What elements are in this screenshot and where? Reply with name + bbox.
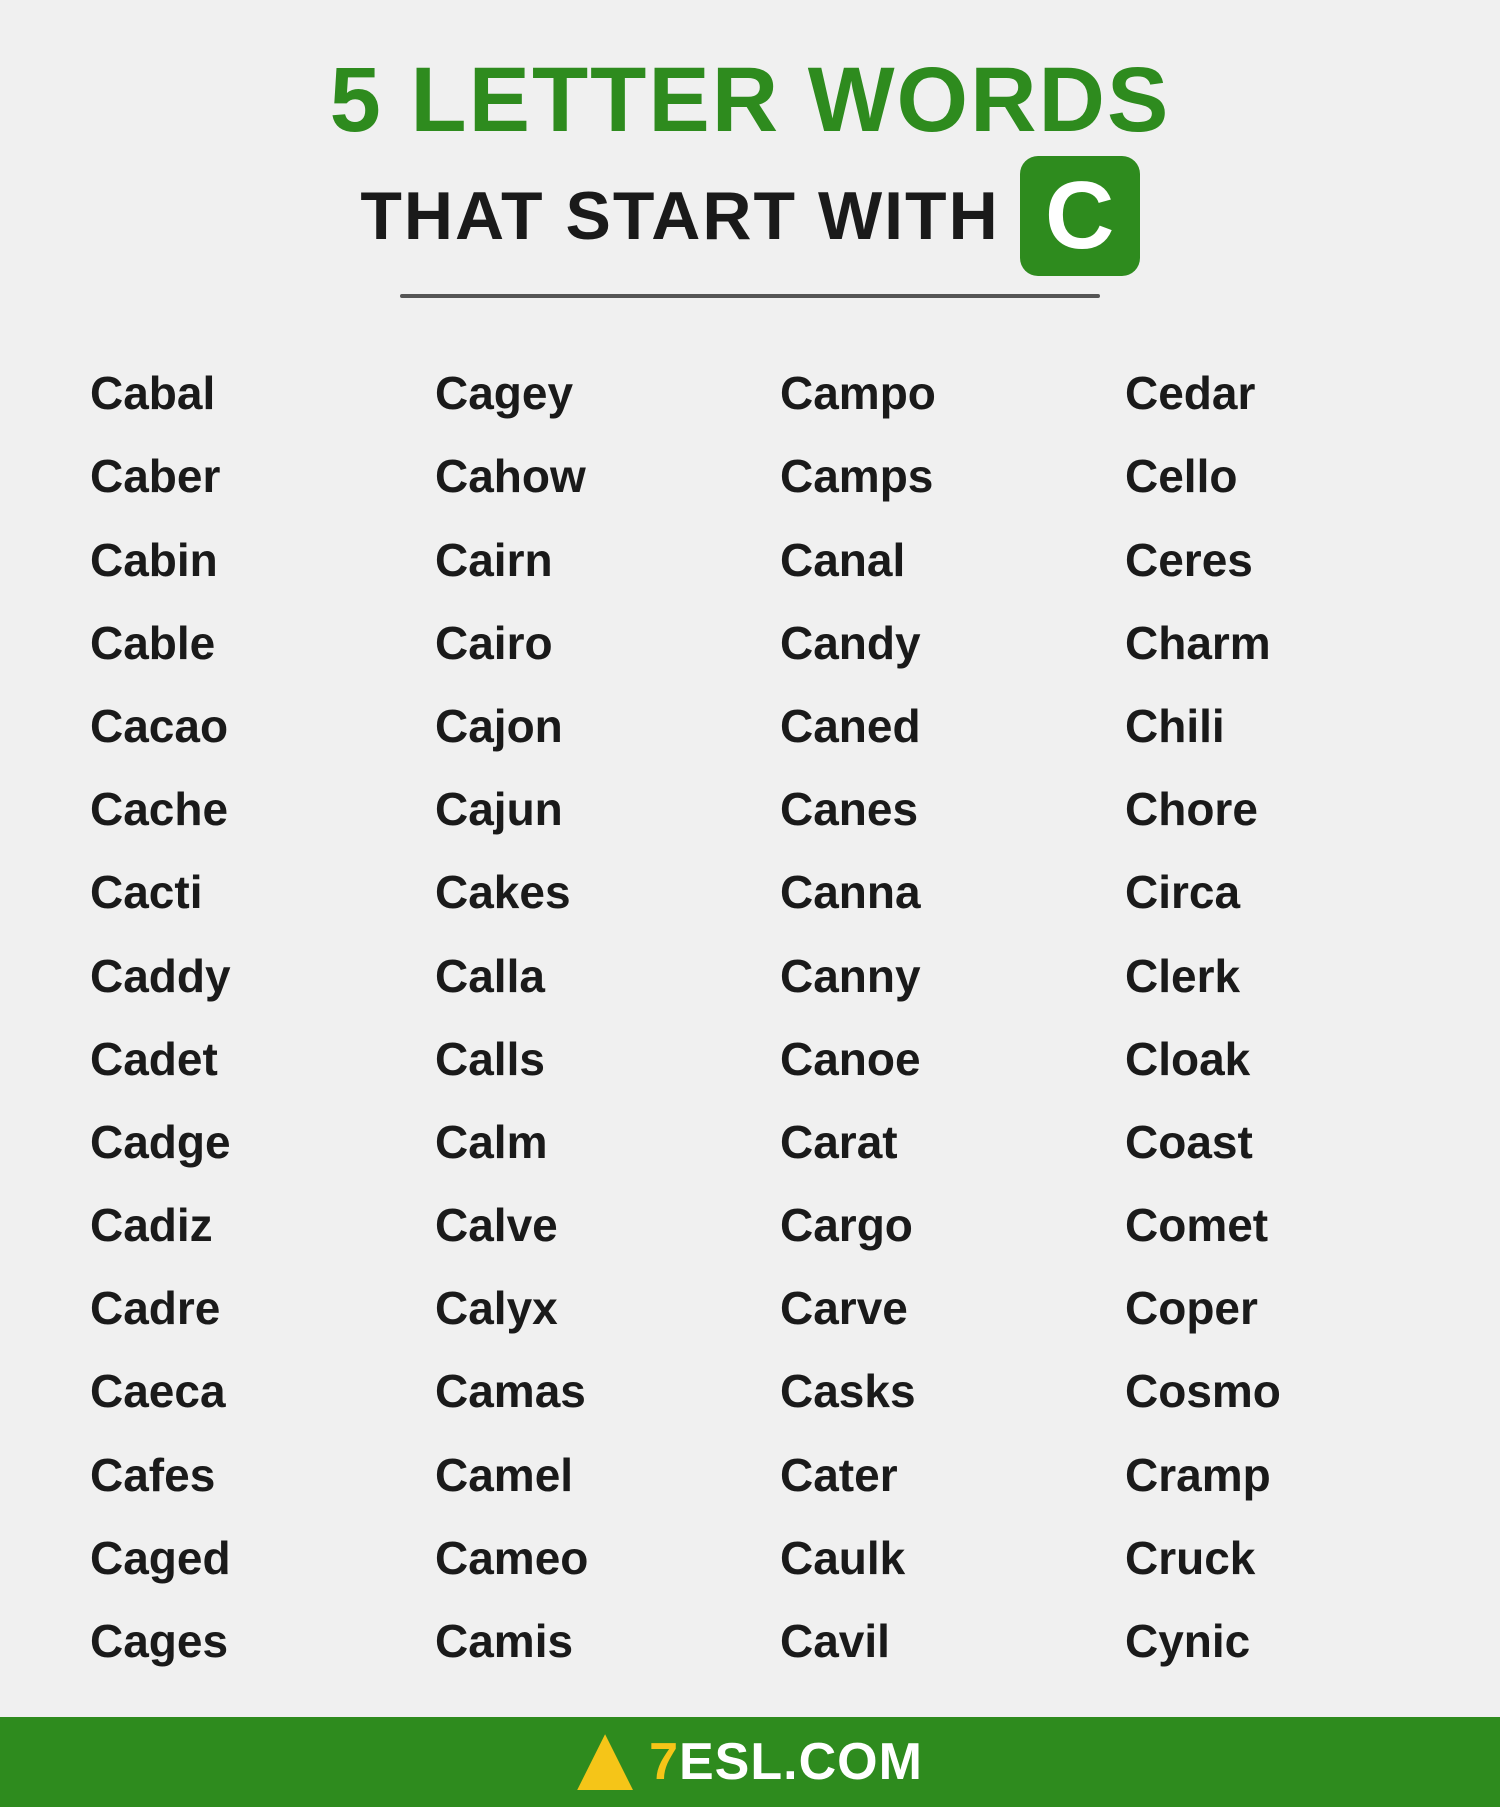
word-grid: CabalCageyCampoCedar CaberCahowCampsCello… bbox=[60, 358, 1440, 1677]
word-item: Camas bbox=[405, 1356, 750, 1427]
title-line1: 5 LETTER WORDS bbox=[330, 50, 1171, 151]
word-item: Cloak bbox=[1095, 1024, 1440, 1095]
word-item: Calyx bbox=[405, 1273, 750, 1344]
word-item: Cacao bbox=[60, 691, 405, 762]
word-item: Chore bbox=[1095, 774, 1440, 845]
word-item: Cargo bbox=[750, 1190, 1095, 1261]
word-item: Cynic bbox=[1095, 1606, 1440, 1677]
word-item: Cadiz bbox=[60, 1190, 405, 1261]
letter-c-badge: C bbox=[1020, 156, 1140, 276]
word-item: Cameo bbox=[405, 1523, 750, 1594]
word-item: Casks bbox=[750, 1356, 1095, 1427]
word-item: Cafes bbox=[60, 1440, 405, 1511]
word-item: Cajun bbox=[405, 774, 750, 845]
word-item: Calla bbox=[405, 941, 750, 1012]
word-item: Caned bbox=[750, 691, 1095, 762]
word-item: Cadge bbox=[60, 1107, 405, 1178]
footer-logo-text: 7ESL.COM bbox=[649, 1732, 923, 1792]
word-item: Cruck bbox=[1095, 1523, 1440, 1594]
title-section: 5 LETTER WORDS THAT START WITH C bbox=[60, 50, 1440, 328]
word-item: Cavil bbox=[750, 1606, 1095, 1677]
word-item: Carat bbox=[750, 1107, 1095, 1178]
word-item: Canal bbox=[750, 525, 1095, 596]
word-item: Caber bbox=[60, 441, 405, 512]
word-item: Clerk bbox=[1095, 941, 1440, 1012]
title-line2-row: THAT START WITH C bbox=[360, 156, 1139, 276]
word-item: Camel bbox=[405, 1440, 750, 1511]
word-item: Caeca bbox=[60, 1356, 405, 1427]
footer-esl: ESL.COM bbox=[679, 1733, 923, 1791]
word-item: Cadet bbox=[60, 1024, 405, 1095]
main-content: 5 LETTER WORDS THAT START WITH C CabalCa… bbox=[0, 0, 1500, 1717]
word-item: Canna bbox=[750, 857, 1095, 928]
word-item: Coast bbox=[1095, 1107, 1440, 1178]
word-item: Canes bbox=[750, 774, 1095, 845]
word-item: Campo bbox=[750, 358, 1095, 429]
word-item: Calls bbox=[405, 1024, 750, 1095]
word-item: Camis bbox=[405, 1606, 750, 1677]
word-item: Calm bbox=[405, 1107, 750, 1178]
word-item: Cagey bbox=[405, 358, 750, 429]
word-item: Cosmo bbox=[1095, 1356, 1440, 1427]
word-item: Cello bbox=[1095, 441, 1440, 512]
word-item: Cahow bbox=[405, 441, 750, 512]
word-item: Canny bbox=[750, 941, 1095, 1012]
divider bbox=[400, 294, 1100, 298]
word-item: Cairn bbox=[405, 525, 750, 596]
word-item: Caged bbox=[60, 1523, 405, 1594]
word-item: Cages bbox=[60, 1606, 405, 1677]
word-item: Camps bbox=[750, 441, 1095, 512]
word-item: Cakes bbox=[405, 857, 750, 928]
word-item: Cairo bbox=[405, 608, 750, 679]
word-item: Caulk bbox=[750, 1523, 1095, 1594]
word-item: Caddy bbox=[60, 941, 405, 1012]
word-item: Coper bbox=[1095, 1273, 1440, 1344]
word-item: Cater bbox=[750, 1440, 1095, 1511]
word-item: Cabal bbox=[60, 358, 405, 429]
word-item: Ceres bbox=[1095, 525, 1440, 596]
word-item: Cache bbox=[60, 774, 405, 845]
title-line2-text: THAT START WITH bbox=[360, 177, 999, 255]
logo-icon bbox=[577, 1734, 633, 1790]
word-item: Cramp bbox=[1095, 1440, 1440, 1511]
word-item: Cabin bbox=[60, 525, 405, 596]
word-item: Carve bbox=[750, 1273, 1095, 1344]
word-item: Canoe bbox=[750, 1024, 1095, 1095]
word-item: Chili bbox=[1095, 691, 1440, 762]
word-item: Cedar bbox=[1095, 358, 1440, 429]
word-item: Circa bbox=[1095, 857, 1440, 928]
word-item: Comet bbox=[1095, 1190, 1440, 1261]
word-item: Cadre bbox=[60, 1273, 405, 1344]
word-item: Cable bbox=[60, 608, 405, 679]
footer-seven: 7 bbox=[649, 1733, 679, 1791]
word-item: Calve bbox=[405, 1190, 750, 1261]
word-item: Cajon bbox=[405, 691, 750, 762]
footer: 7ESL.COM bbox=[0, 1717, 1500, 1807]
word-item: Charm bbox=[1095, 608, 1440, 679]
word-item: Cacti bbox=[60, 857, 405, 928]
word-item: Candy bbox=[750, 608, 1095, 679]
